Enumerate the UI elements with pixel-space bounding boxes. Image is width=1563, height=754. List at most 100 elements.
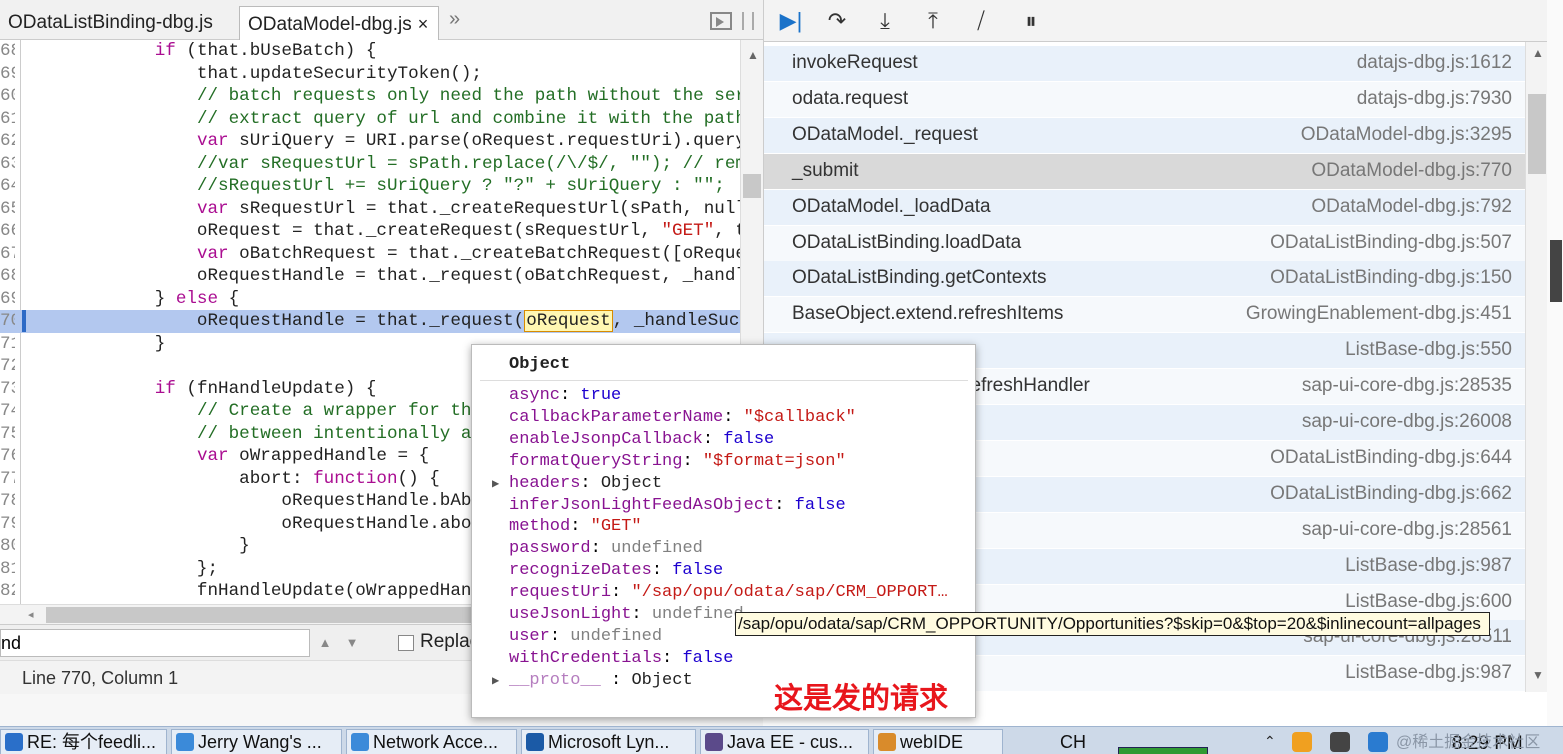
property-row[interactable]: inferJsonLightFeedAsObject: false — [509, 495, 846, 517]
scroll-thumb[interactable] — [1528, 94, 1546, 174]
code-token: oRequestHandle.abor — [28, 513, 482, 534]
tray-expand-icon[interactable]: ⌃ — [1264, 733, 1276, 750]
step-over-button[interactable]: ↷ — [820, 8, 854, 34]
frame-location[interactable]: ODataListBinding-dbg.js:150 — [1270, 267, 1512, 289]
frame-location[interactable]: ListBase-dbg.js:550 — [1345, 339, 1512, 361]
property-row[interactable]: enableJsonpCallback: false — [509, 429, 774, 451]
scroll-down-icon[interactable]: ▼ — [1532, 668, 1544, 682]
code-line[interactable]: 69 } else { — [0, 288, 740, 311]
code-line[interactable]: 60 // batch requests only need the path … — [0, 85, 740, 108]
property-row[interactable]: formatQueryString: "$format=json" — [509, 451, 846, 473]
code-line[interactable]: 64 //sRequestUrl += sUriQuery ? "?" + sU… — [0, 175, 740, 198]
tray-app-icon[interactable] — [1292, 732, 1312, 752]
frame-location[interactable]: ODataListBinding-dbg.js:507 — [1270, 232, 1512, 254]
frame-location[interactable]: sap-ui-core-dbg.js:26008 — [1302, 411, 1512, 433]
property-row[interactable]: password: undefined — [509, 538, 703, 560]
code-line[interactable]: 66 oRequest = that._createRequest(sReque… — [0, 220, 740, 243]
scroll-thumb[interactable] — [1550, 240, 1562, 302]
line-number: 70 — [0, 311, 15, 331]
expand-triangle-icon[interactable]: ▶ — [492, 476, 499, 491]
frame-location[interactable]: ListBase-dbg.js:987 — [1345, 555, 1512, 577]
close-icon[interactable]: × — [418, 14, 429, 34]
frame-location[interactable]: ODataListBinding-dbg.js:662 — [1270, 483, 1512, 505]
call-frame[interactable]: invokeRequest datajs-dbg.js:1612 — [764, 46, 1525, 81]
property-row[interactable]: user: undefined — [509, 626, 662, 648]
code-line[interactable]: 68 if (that.bUseBatch) { — [0, 40, 740, 63]
scroll-up-icon[interactable]: ▲ — [747, 48, 759, 62]
frame-location[interactable]: datajs-dbg.js:1612 — [1357, 52, 1512, 74]
call-frame[interactable]: ODataModel._request ODataModel-dbg.js:329… — [764, 117, 1525, 153]
taskbar-button[interactable]: RE: 每个feedli... — [0, 729, 167, 754]
find-previous-button[interactable]: ▲ — [313, 631, 337, 655]
frame-location[interactable]: ODataModel-dbg.js:792 — [1311, 196, 1512, 218]
code-line[interactable]: 61 // extract query of url and combine i… — [0, 108, 740, 131]
frame-location[interactable]: ListBase-dbg.js:987 — [1345, 662, 1512, 684]
scroll-left-icon[interactable]: ◂ — [28, 608, 34, 621]
frame-location[interactable]: sap-ui-core-dbg.js:28535 — [1302, 375, 1512, 397]
step-into-button[interactable]: ⤓ — [872, 8, 898, 34]
language-indicator[interactable]: CH — [1060, 732, 1086, 753]
code-text: // Create a wrapper for the — [28, 400, 482, 423]
line-number: 60 — [0, 86, 15, 106]
call-frame[interactable]: ODataModel._loadData ODataModel-dbg.js:79… — [764, 189, 1525, 225]
find-next-button[interactable]: ▼ — [340, 631, 364, 655]
frame-location[interactable]: ODataModel-dbg.js:3295 — [1301, 124, 1512, 146]
property-row[interactable]: useJsonLight: undefined — [509, 604, 744, 626]
property-row[interactable]: recognizeDates: false — [509, 560, 723, 582]
code-line[interactable]: 62 var sUriQuery = URI.parse(oRequest.re… — [0, 130, 740, 153]
property-row[interactable]: withCredentials: false — [509, 648, 733, 670]
deactivate-breakpoints-button[interactable]: ⧸ — [964, 8, 998, 34]
colon: : — [580, 473, 601, 493]
taskbar-button[interactable]: Microsoft Lyn... — [521, 729, 696, 754]
pause-button[interactable]: ⏸ — [1016, 8, 1046, 34]
frame-location[interactable]: ODataListBinding-dbg.js:644 — [1270, 447, 1512, 469]
frame-location[interactable]: ODataModel-dbg.js:770 — [1311, 160, 1512, 182]
tab-odatalistbinding[interactable]: ODataListBinding-dbg.js — [0, 6, 232, 40]
property-row[interactable]: callbackParameterName: "$callback" — [509, 407, 856, 429]
tab-odatamodel[interactable]: ODataModel-dbg.js × — [239, 6, 439, 40]
hovered-token[interactable]: oRequest — [524, 310, 613, 332]
property-row[interactable]: __proto__ : Object — [509, 670, 693, 692]
call-frame[interactable]: BaseObject.extend.refreshItems GrowingEna… — [764, 297, 1525, 333]
taskbar-button[interactable]: Jerry Wang's ... — [171, 729, 342, 754]
step-out-button[interactable]: ⤒ — [920, 8, 946, 34]
frame-location[interactable]: GrowingEnablement-dbg.js:451 — [1246, 303, 1512, 325]
property-row[interactable]: headers: Object — [509, 473, 662, 495]
pane-grip-icon[interactable] — [742, 12, 754, 30]
property-row[interactable]: method: "GET" — [509, 516, 642, 538]
code-line[interactable]: 69 that.updateSecurityToken(); — [0, 63, 740, 86]
tray-app-icon[interactable] — [1368, 732, 1388, 752]
frame-location[interactable]: sap-ui-core-dbg.js:28561 — [1302, 519, 1512, 541]
call-stack-scrollbar[interactable]: ▲ ▼ — [1525, 42, 1547, 692]
toggle-debugger-icon[interactable] — [710, 12, 732, 30]
frame-location[interactable]: datajs-dbg.js:7930 — [1357, 88, 1512, 110]
line-number: 82 — [0, 581, 15, 601]
code-line[interactable]: 63 //var sRequestUrl = sPath.replace(/\/… — [0, 153, 740, 176]
call-frame[interactable]: odata.request datajs-dbg.js:7930 — [764, 81, 1525, 117]
call-frame[interactable]: ODataListBinding.getContexts ODataListBin… — [764, 261, 1525, 297]
code-token: if — [154, 41, 176, 61]
call-frame-selected[interactable]: _submit ODataModel-dbg.js:770 — [764, 153, 1525, 189]
call-frame[interactable]: ODataListBinding.loadData ODataListBindin… — [764, 225, 1525, 261]
taskbar-button[interactable]: Java EE - cus... — [700, 729, 869, 754]
code-line[interactable]: 67 var oBatchRequest = that._createBatch… — [0, 243, 740, 266]
taskbar-button[interactable]: Network Acce... — [346, 729, 517, 754]
code-line[interactable]: 65 var sRequestUrl = that._createRequest… — [0, 198, 740, 221]
line-number: 74 — [0, 401, 15, 421]
property-row[interactable]: async: true — [509, 385, 621, 407]
scroll-up-icon[interactable]: ▲ — [1532, 46, 1544, 60]
find-input[interactable]: nd — [0, 629, 310, 657]
resume-button[interactable]: ▶| — [774, 8, 808, 34]
replace-checkbox[interactable] — [398, 635, 414, 651]
tray-app-icon[interactable] — [1330, 732, 1350, 752]
window-scrollbar[interactable] — [1547, 0, 1563, 726]
frame-location[interactable]: ListBase-dbg.js:600 — [1345, 591, 1512, 613]
expand-triangle-icon[interactable]: ▶ — [492, 673, 499, 688]
property-row[interactable]: requestUri: "/sap/opu/odata/sap/CRM_OPPO… — [509, 582, 948, 604]
current-line[interactable]: 70 oRequestHandle = that._request(oReque… — [0, 310, 740, 333]
scroll-thumb[interactable] — [743, 174, 761, 198]
code-line[interactable]: 68 oRequestHandle = that._request(oBatch… — [0, 265, 740, 288]
tab-overflow-icon[interactable]: » — [449, 8, 460, 31]
taskbar-button[interactable]: webIDE — [873, 729, 1003, 754]
